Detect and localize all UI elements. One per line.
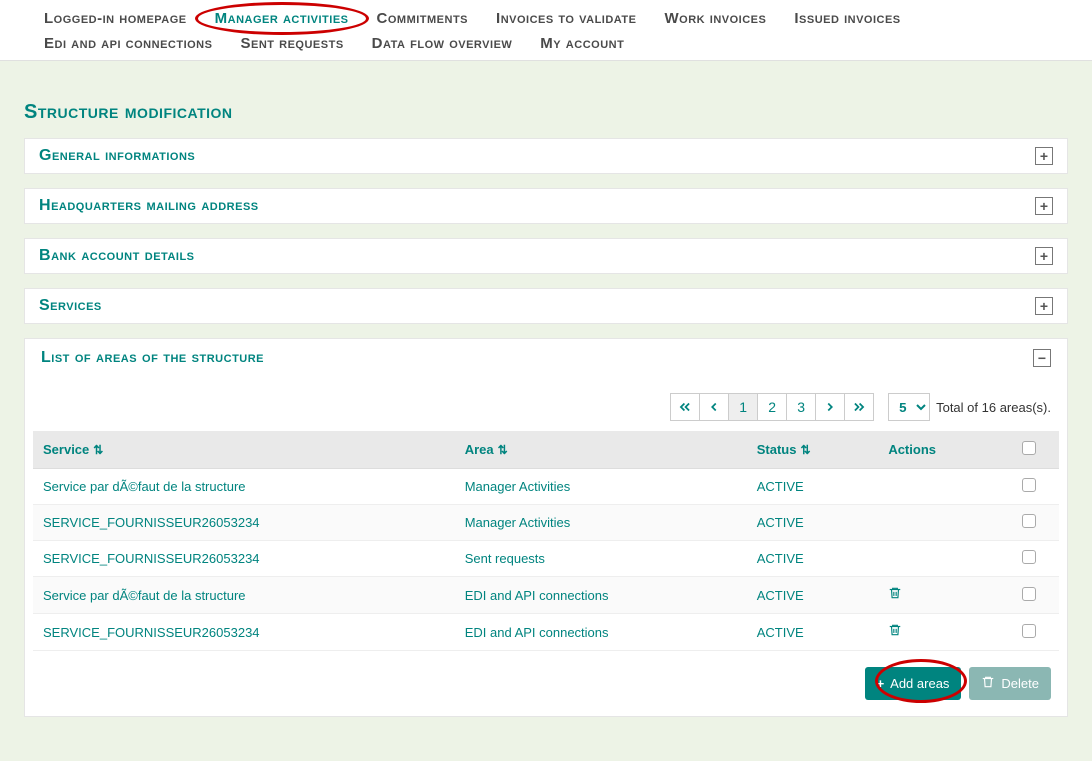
expand-icon[interactable]: + [1035, 197, 1053, 215]
sort-icon: ⇅ [800, 443, 810, 457]
panel-title: Services [39, 297, 102, 315]
panel-title: General informations [39, 147, 195, 165]
cell-area[interactable]: Manager Activities [455, 469, 747, 505]
col-area[interactable]: Area⇅ [455, 431, 747, 469]
total-label: Total of 16 areas(s). [936, 400, 1051, 415]
nav-item[interactable]: Sent requests [226, 31, 357, 56]
cell-actions [878, 614, 999, 651]
col-actions: Actions [878, 431, 999, 469]
expand-icon[interactable]: + [1035, 247, 1053, 265]
panel-title-areas: List of areas of the structure [41, 349, 264, 367]
select-all-checkbox[interactable] [1022, 441, 1036, 455]
pager-page-button[interactable]: 3 [786, 393, 816, 421]
cell-select [999, 505, 1059, 541]
pager-first-button[interactable] [670, 393, 700, 421]
pager-page-button[interactable]: 2 [757, 393, 787, 421]
nav-item[interactable]: Data flow overview [358, 31, 527, 56]
pagination-row: 123 5 Total of 16 areas(s). [25, 387, 1067, 431]
collapse-icon[interactable]: − [1033, 349, 1051, 367]
nav-item[interactable]: Invoices to validate [482, 6, 650, 31]
delete-button[interactable]: Delete [969, 667, 1051, 700]
cell-service[interactable]: Service par dÃ©faut de la structure [33, 577, 455, 614]
cell-status: ACTIVE [747, 577, 879, 614]
cell-actions [878, 541, 999, 577]
cell-select [999, 614, 1059, 651]
nav-item[interactable]: EDI and API connections [30, 31, 226, 56]
cell-area[interactable]: Sent requests [455, 541, 747, 577]
pager-page-button[interactable]: 1 [728, 393, 758, 421]
cell-select [999, 469, 1059, 505]
page-size-select[interactable]: 5 [888, 393, 930, 421]
cell-area[interactable]: Manager Activities [455, 505, 747, 541]
table-row: SERVICE_FOURNISSEUR26053234Manager Activ… [33, 505, 1059, 541]
col-status[interactable]: Status⇅ [747, 431, 879, 469]
panel: Bank account details + [24, 238, 1068, 274]
cell-status: ACTIVE [747, 614, 879, 651]
trash-icon[interactable] [888, 624, 902, 641]
cell-service[interactable]: SERVICE_FOURNISSEUR26053234 [33, 614, 455, 651]
nav-item[interactable]: Commitments [363, 6, 483, 31]
nav-row-1: Logged-in homepageManager activitiesComm… [30, 6, 1082, 31]
pager-next-button[interactable] [815, 393, 845, 421]
row-checkbox[interactable] [1022, 587, 1036, 601]
panel-title: Bank account details [39, 247, 195, 265]
cell-select [999, 541, 1059, 577]
cell-actions [878, 577, 999, 614]
sort-icon: ⇅ [93, 443, 103, 457]
nav-item[interactable]: My account [526, 31, 638, 56]
page-size-control: 5 Total of 16 areas(s). [888, 393, 1051, 421]
expand-icon[interactable]: + [1035, 297, 1053, 315]
cell-area[interactable]: EDI and API connections [455, 614, 747, 651]
trash-icon [981, 675, 995, 692]
col-select [999, 431, 1059, 469]
cell-service[interactable]: Service par dÃ©faut de la structure [33, 469, 455, 505]
cell-status: ACTIVE [747, 469, 879, 505]
row-checkbox[interactable] [1022, 624, 1036, 638]
pager: 123 [671, 393, 874, 421]
pager-prev-button[interactable] [699, 393, 729, 421]
nav-item[interactable]: Work invoices [650, 6, 780, 31]
panel: General informations + [24, 138, 1068, 174]
row-checkbox[interactable] [1022, 550, 1036, 564]
cell-status: ACTIVE [747, 541, 879, 577]
panel: Services + [24, 288, 1068, 324]
row-checkbox[interactable] [1022, 514, 1036, 528]
sort-icon: ⇅ [498, 443, 508, 457]
panel: Headquarters mailing address + [24, 188, 1068, 224]
cell-actions [878, 505, 999, 541]
nav-row-2: EDI and API connectionsSent requestsData… [30, 31, 1082, 56]
cell-service[interactable]: SERVICE_FOURNISSEUR26053234 [33, 541, 455, 577]
nav-item[interactable]: Logged-in homepage [30, 6, 201, 31]
add-areas-button[interactable]: + Add areas [865, 667, 962, 700]
page-title: Structure modification [24, 101, 1068, 124]
nav-item[interactable]: Manager activities [201, 6, 363, 31]
plus-icon: + [877, 676, 885, 691]
nav-item[interactable]: Issued invoices [780, 6, 914, 31]
cell-actions [878, 469, 999, 505]
table-row: Service par dÃ©faut de la structureManag… [33, 469, 1059, 505]
col-service[interactable]: Service⇅ [33, 431, 455, 469]
table-row: Service par dÃ©faut de la structureEDI a… [33, 577, 1059, 614]
cell-service[interactable]: SERVICE_FOURNISSEUR26053234 [33, 505, 455, 541]
page-content: Structure modification General informati… [0, 101, 1092, 761]
pager-last-button[interactable] [844, 393, 874, 421]
top-nav: Logged-in homepageManager activitiesComm… [0, 0, 1092, 61]
areas-table: Service⇅ Area⇅ Status⇅ Actions Service p… [33, 431, 1059, 651]
table-row: SERVICE_FOURNISSEUR26053234EDI and API c… [33, 614, 1059, 651]
cell-status: ACTIVE [747, 505, 879, 541]
panel-title: Headquarters mailing address [39, 197, 259, 215]
expand-icon[interactable]: + [1035, 147, 1053, 165]
trash-icon[interactable] [888, 587, 902, 604]
table-row: SERVICE_FOURNISSEUR26053234Sent requests… [33, 541, 1059, 577]
row-checkbox[interactable] [1022, 478, 1036, 492]
cell-area[interactable]: EDI and API connections [455, 577, 747, 614]
panel-areas: List of areas of the structure − 123 [24, 338, 1068, 717]
cell-select [999, 577, 1059, 614]
button-row: + Add areas Delete [25, 651, 1067, 716]
